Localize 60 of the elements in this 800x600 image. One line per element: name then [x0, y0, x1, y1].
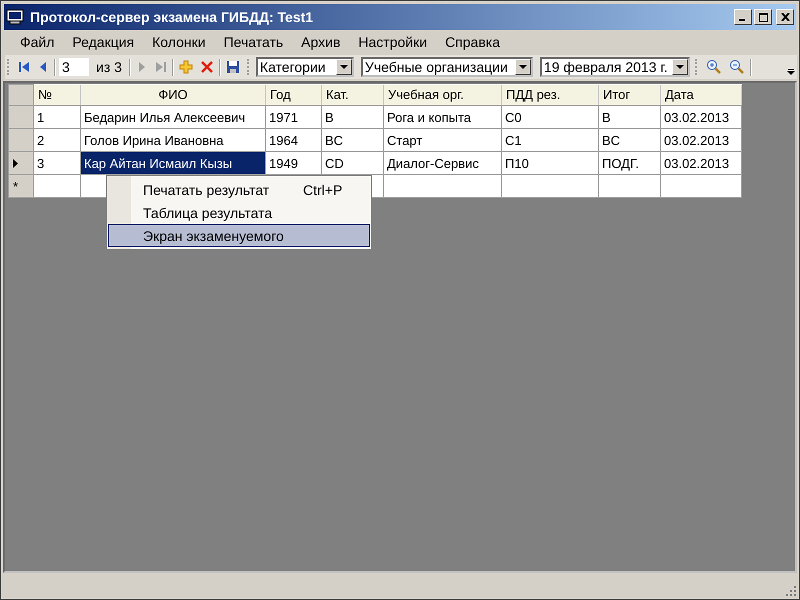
menu-item[interactable]: Редакция	[63, 34, 144, 50]
table-cell: 03.02.2013	[660, 106, 742, 128]
table-cell: BC	[598, 128, 660, 152]
column-header[interactable]: Год	[266, 84, 322, 106]
maximize-button[interactable]	[754, 9, 772, 25]
column-header[interactable]: Дата	[660, 84, 742, 106]
close-button[interactable]	[776, 9, 794, 25]
position-field[interactable]: 3	[59, 58, 89, 76]
row-header[interactable]	[8, 152, 34, 174]
menu-item[interactable]: Печатать	[214, 34, 292, 50]
menu-item[interactable]: Экран экзаменуемого	[108, 224, 370, 247]
column-header[interactable]: Кат.	[322, 84, 384, 106]
dropdown[interactable]: Категории	[256, 57, 354, 77]
minimize-button[interactable]	[734, 9, 752, 25]
table-cell: 2	[34, 128, 80, 152]
table-cell: Бедарин Илья Алексеевич	[80, 106, 266, 128]
dropdown-arrow-icon	[340, 65, 348, 69]
table-cell: 03.02.2013	[660, 128, 742, 152]
table-cell: 1964	[266, 128, 322, 152]
first-record-icon[interactable]	[16, 59, 32, 75]
add-icon[interactable]	[176, 58, 195, 76]
resize-grip-icon[interactable]	[786, 586, 797, 597]
column-header[interactable]: ФИО	[80, 84, 266, 106]
menu-item[interactable]: Таблица результата	[108, 201, 370, 224]
table-cell: 1971	[266, 106, 322, 128]
current-row-icon	[13, 158, 18, 168]
new-row-marker: *	[8, 174, 34, 198]
column-header[interactable]: Итог	[598, 84, 660, 106]
record-count: из 3	[96, 59, 122, 75]
menu-item[interactable]: Справка	[436, 34, 509, 50]
menu-item[interactable]: Файл	[11, 34, 64, 50]
menu-item[interactable]: Печатать результат Ctrl+P	[108, 178, 370, 201]
column-header[interactable]: ПДД рез.	[502, 84, 598, 106]
dropdown-arrow-icon	[518, 65, 527, 69]
table-cell: C0	[502, 106, 598, 128]
table-cell: Кар Айтан Исмаил Кызы	[80, 152, 266, 174]
table-cell: 1	[34, 106, 80, 128]
maximize-icon	[758, 12, 768, 22]
column-header[interactable]: №	[34, 84, 80, 106]
column-header[interactable]: Учебная орг.	[384, 84, 502, 106]
table-cell: 03.02.2013	[660, 152, 742, 174]
window-title: Протокол-сервер экзамена ГИБДД: Test1	[30, 9, 314, 25]
table-cell: Рога и копыта	[384, 106, 502, 128]
monitor-icon	[6, 9, 24, 25]
table-cell: Диалог-Сервис	[384, 152, 502, 174]
table-cell: BC	[322, 128, 384, 152]
table-cell: ПОДГ.	[598, 152, 660, 174]
close-icon	[780, 13, 790, 21]
table-cell: B	[598, 106, 660, 128]
table-cell: B	[322, 106, 384, 128]
menu-item[interactable]: Архив	[292, 34, 350, 50]
table-cell: C1	[502, 128, 598, 152]
menu-item[interactable]: Настройки	[349, 34, 436, 50]
menu-item[interactable]: Колонки	[143, 34, 215, 50]
row-header	[8, 84, 34, 106]
dropdown-arrow-icon	[676, 65, 684, 69]
table-cell: П10	[502, 152, 598, 174]
dropdown[interactable]: 19 февраля 2013 г.	[540, 57, 690, 77]
table-cell: Старт	[384, 128, 502, 152]
dropdown[interactable]: Учебные организации	[360, 57, 533, 77]
